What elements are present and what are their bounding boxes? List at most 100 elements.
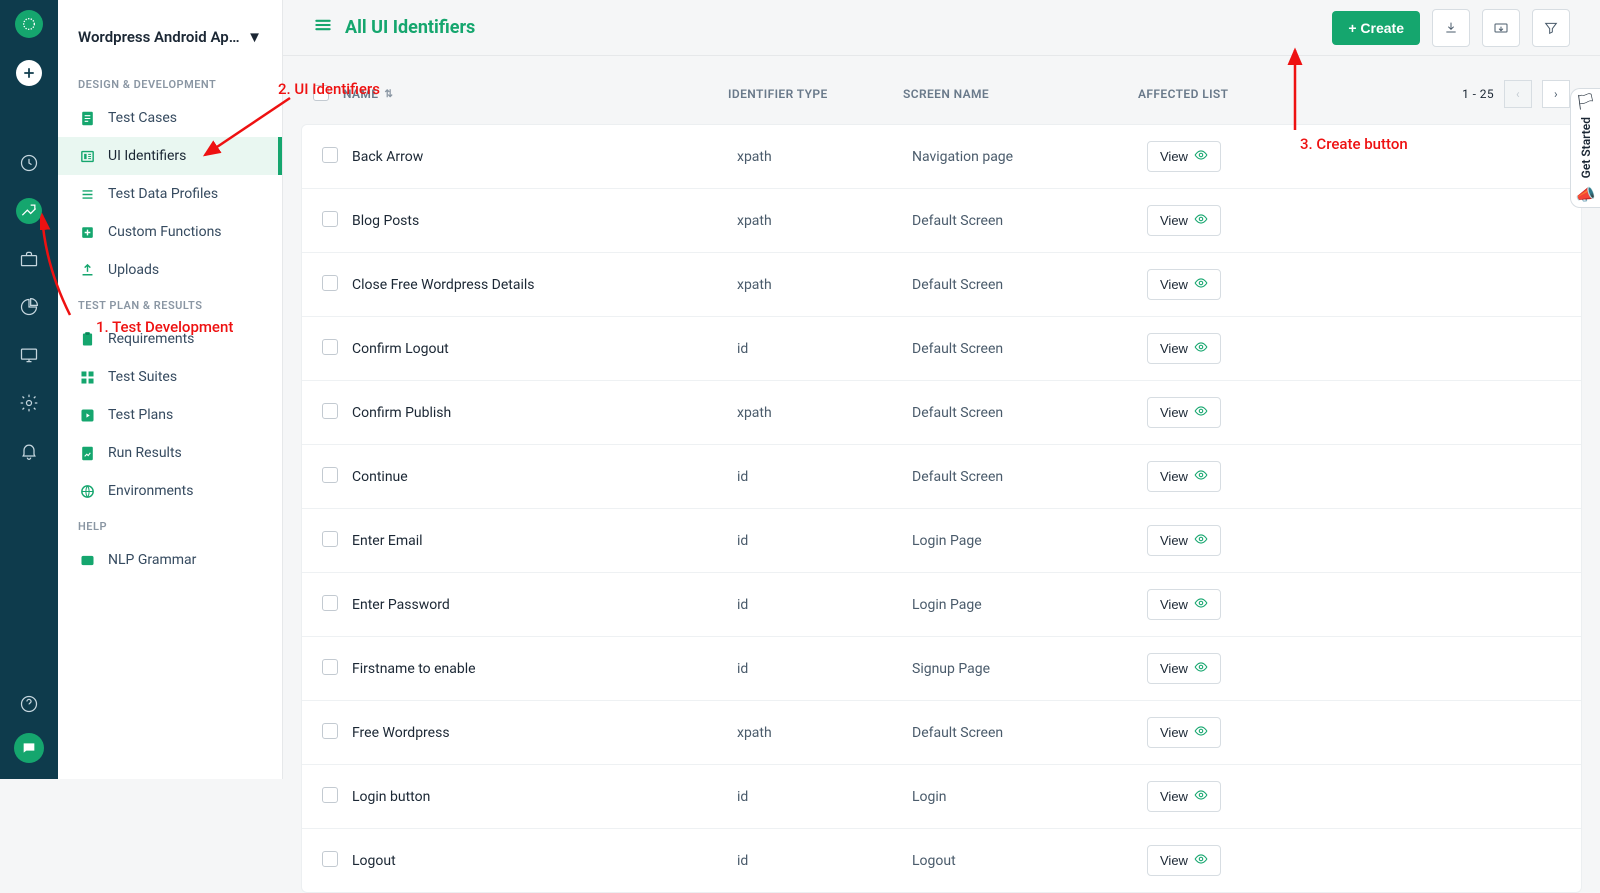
add-button[interactable]: [16, 60, 42, 86]
bell-icon[interactable]: [16, 438, 42, 464]
sidebar-item-requirements[interactable]: Requirements: [58, 320, 282, 358]
sidebar-label: Environments: [108, 483, 193, 499]
row-checkbox[interactable]: [322, 275, 338, 291]
view-button[interactable]: View: [1147, 781, 1221, 812]
row-type: id: [737, 469, 912, 485]
row-checkbox[interactable]: [322, 595, 338, 611]
view-button[interactable]: View: [1147, 141, 1221, 172]
table-row[interactable]: LogoutidLogoutView: [302, 829, 1581, 892]
row-screen: Logout: [912, 853, 1147, 869]
view-button[interactable]: View: [1147, 269, 1221, 300]
row-name: Blog Posts: [352, 213, 737, 229]
col-name-label[interactable]: NAME: [343, 87, 378, 101]
table-body: Back ArrowxpathNavigation pageViewBlog P…: [301, 124, 1582, 893]
sidebar-item-uploads[interactable]: Uploads: [58, 251, 282, 289]
sidebar-item-ui-identifiers[interactable]: UI Identifiers: [58, 137, 282, 175]
row-checkbox[interactable]: [322, 403, 338, 419]
table-row[interactable]: Firstname to enableidSignup PageView: [302, 637, 1581, 701]
sidebar-item-nlp[interactable]: abc NLP Grammar: [58, 541, 282, 579]
sidebar-item-test-data[interactable]: Test Data Profiles: [58, 175, 282, 213]
eye-icon: [1194, 340, 1208, 357]
sidebar-item-test-plans[interactable]: Test Plans: [58, 396, 282, 434]
row-type: xpath: [737, 277, 912, 293]
test-development-icon[interactable]: [16, 198, 42, 224]
settings-icon[interactable]: [16, 390, 42, 416]
prev-page-button[interactable]: ‹: [1504, 80, 1532, 108]
sidebar-label: Custom Functions: [108, 224, 222, 240]
table-row[interactable]: Back ArrowxpathNavigation pageView: [302, 125, 1581, 189]
sidebar-item-run-results[interactable]: Run Results: [58, 434, 282, 472]
row-type: id: [737, 341, 912, 357]
main-content: All UI Identifiers + Create NAME ⇅ IDENT…: [283, 0, 1600, 779]
eye-icon: [1194, 660, 1208, 677]
app-logo[interactable]: [15, 10, 43, 38]
row-screen: Signup Page: [912, 661, 1147, 677]
dashboard-icon[interactable]: [16, 150, 42, 176]
row-name: Close Free Wordpress Details: [352, 277, 737, 293]
table-row[interactable]: Confirm PublishxpathDefault ScreenView: [302, 381, 1581, 445]
table-row[interactable]: Blog PostsxpathDefault ScreenView: [302, 189, 1581, 253]
row-checkbox[interactable]: [322, 659, 338, 675]
table-row[interactable]: ContinueidDefault ScreenView: [302, 445, 1581, 509]
view-button[interactable]: View: [1147, 845, 1221, 876]
view-button[interactable]: View: [1147, 461, 1221, 492]
row-name: Firstname to enable: [352, 661, 737, 677]
row-checkbox[interactable]: [322, 339, 338, 355]
create-button[interactable]: + Create: [1332, 11, 1420, 45]
row-screen: Default Screen: [912, 213, 1147, 229]
briefcase-icon[interactable]: [16, 246, 42, 272]
view-button[interactable]: View: [1147, 397, 1221, 428]
project-selector[interactable]: Wordpress Android Ap… ▼: [58, 18, 282, 68]
view-button[interactable]: View: [1147, 205, 1221, 236]
row-checkbox[interactable]: [322, 851, 338, 867]
row-checkbox[interactable]: [322, 467, 338, 483]
eye-icon: [1194, 852, 1208, 869]
get-started-tab[interactable]: 🏳 Get Started 📣: [1570, 88, 1600, 208]
row-checkbox[interactable]: [322, 787, 338, 803]
view-button[interactable]: View: [1147, 589, 1221, 620]
row-type: xpath: [737, 149, 912, 165]
eye-icon: [1194, 532, 1208, 549]
table-row[interactable]: Free WordpressxpathDefault ScreenView: [302, 701, 1581, 765]
reports-icon[interactable]: [16, 294, 42, 320]
sidebar-label: Run Results: [108, 445, 182, 461]
sidebar-item-custom-functions[interactable]: Custom Functions: [58, 213, 282, 251]
view-button[interactable]: View: [1147, 525, 1221, 556]
sidebar-label: Test Suites: [108, 369, 177, 385]
export-button[interactable]: [1482, 9, 1520, 47]
get-started-label: Get Started: [1579, 117, 1593, 178]
sort-icon[interactable]: ⇅: [384, 89, 393, 100]
row-name: Login button: [352, 789, 737, 805]
row-checkbox[interactable]: [322, 147, 338, 163]
row-name: Back Arrow: [352, 149, 737, 165]
row-screen: Default Screen: [912, 341, 1147, 357]
sidebar-item-test-cases[interactable]: Test Cases: [58, 99, 282, 137]
help-icon[interactable]: [16, 691, 42, 717]
monitor-icon[interactable]: [16, 342, 42, 368]
filter-button[interactable]: [1532, 9, 1570, 47]
row-checkbox[interactable]: [322, 211, 338, 227]
row-checkbox[interactable]: [322, 723, 338, 739]
view-button[interactable]: View: [1147, 717, 1221, 748]
row-checkbox[interactable]: [322, 531, 338, 547]
view-button[interactable]: View: [1147, 653, 1221, 684]
import-button[interactable]: [1432, 9, 1470, 47]
data-icon: [78, 185, 96, 203]
sidebar-label: NLP Grammar: [108, 552, 196, 568]
svg-text:abc: abc: [83, 558, 91, 564]
sidebar-item-test-suites[interactable]: Test Suites: [58, 358, 282, 396]
chat-icon[interactable]: [14, 733, 44, 763]
view-button[interactable]: View: [1147, 333, 1221, 364]
sidebar-item-environments[interactable]: Environments: [58, 472, 282, 510]
row-screen: Default Screen: [912, 469, 1147, 485]
eye-icon: [1194, 788, 1208, 805]
select-all-checkbox[interactable]: [313, 85, 329, 101]
table-row[interactable]: Close Free Wordpress DetailsxpathDefault…: [302, 253, 1581, 317]
next-page-button[interactable]: ›: [1542, 80, 1570, 108]
menu-icon[interactable]: [313, 15, 333, 40]
table-row[interactable]: Enter PasswordidLogin PageView: [302, 573, 1581, 637]
table-row[interactable]: Confirm LogoutidDefault ScreenView: [302, 317, 1581, 381]
row-name: Free Wordpress: [352, 725, 737, 741]
table-row[interactable]: Enter EmailidLogin PageView: [302, 509, 1581, 573]
table-row[interactable]: Login buttonidLoginView: [302, 765, 1581, 829]
